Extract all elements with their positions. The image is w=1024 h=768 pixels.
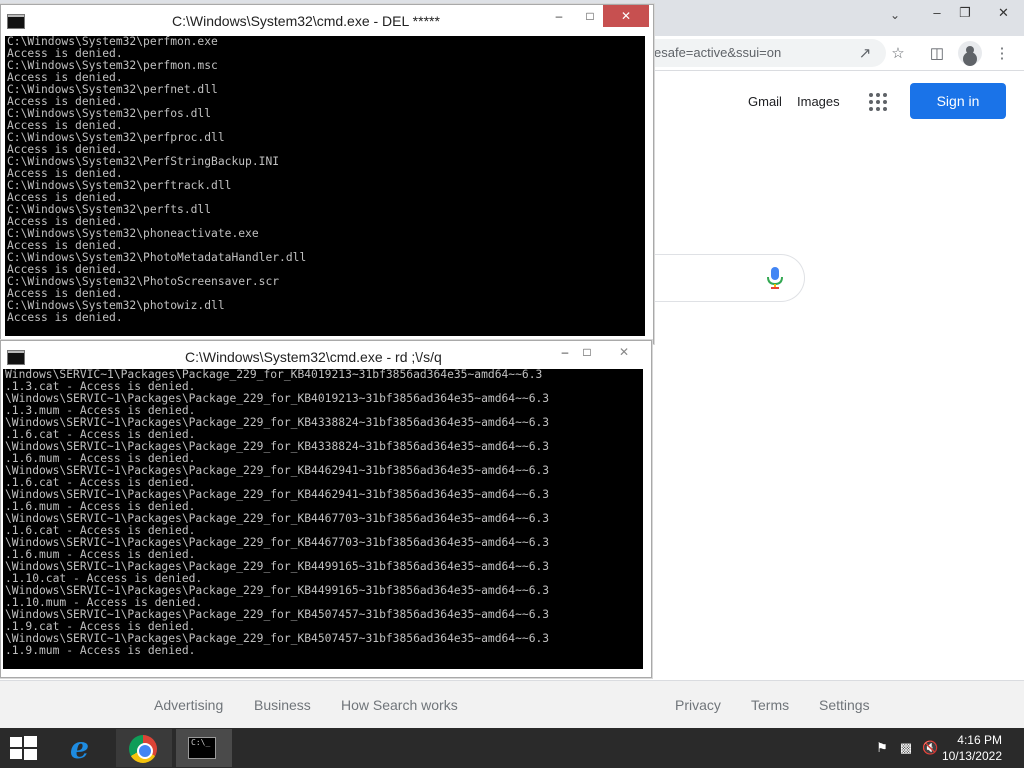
command-prompt-icon: C:\_ — [188, 737, 216, 759]
cmd-window-delete[interactable]: C:\Windows\System32\cmd.exe - DEL ***** … — [0, 4, 654, 344]
system-clock[interactable]: 4:16 PM 10/13/2022 — [942, 732, 1002, 764]
console-output[interactable]: C:\Windows\System32\perfmon.exe Access is… — [5, 36, 645, 336]
taskbar-command-prompt[interactable]: C:\_ — [176, 729, 232, 767]
images-link[interactable]: Images — [797, 94, 840, 109]
network-icon[interactable]: ▩ — [898, 740, 914, 756]
clock-time: 4:16 PM — [957, 733, 1002, 747]
minimize-button[interactable]: – — [925, 0, 949, 26]
volume-muted-icon[interactable]: 🔇 — [922, 740, 938, 756]
address-bar[interactable]: esafe=active&ssui=on ↗ — [650, 39, 886, 67]
profile-avatar-icon[interactable] — [958, 41, 982, 65]
restore-button[interactable]: ❐ — [953, 0, 977, 26]
maximize-button[interactable]: □ — [573, 341, 601, 363]
close-button[interactable]: ✕ — [603, 5, 649, 27]
action-center-flag-icon[interactable]: ⚑ — [874, 740, 890, 756]
advertising-link[interactable]: Advertising — [154, 697, 223, 713]
privacy-link[interactable]: Privacy — [675, 697, 721, 713]
terms-link[interactable]: Terms — [751, 697, 789, 713]
cmd-window-title: C:\Windows\System32\cmd.exe - DEL ***** — [172, 13, 440, 29]
chrome-icon — [129, 735, 157, 763]
close-button[interactable]: ✕ — [983, 0, 1024, 26]
taskbar: e C:\_ ⚑ ▩ 🔇 4:16 PM 10/13/2022 — [0, 728, 1024, 768]
share-icon[interactable]: ↗ — [856, 45, 874, 63]
minimize-button[interactable]: – — [545, 5, 573, 27]
sign-in-button[interactable]: Sign in — [910, 83, 1006, 119]
chevron-down-icon[interactable]: ⌄ — [890, 8, 908, 26]
address-bar-text: esafe=active&ssui=on — [654, 45, 782, 60]
more-menu-icon[interactable]: ⋮ — [992, 44, 1012, 64]
side-panel-icon[interactable]: ◫ — [927, 44, 947, 64]
start-button[interactable] — [8, 736, 38, 760]
cmd-titlebar[interactable]: C:\Windows\System32\cmd.exe - rd ;\/s/q … — [1, 341, 651, 371]
cmd-app-icon — [7, 14, 25, 29]
cmd-app-icon — [7, 350, 25, 365]
console-output[interactable]: Windows\SERVIC~1\Packages\Package_229_fo… — [3, 369, 643, 669]
cmd-window-title: C:\Windows\System32\cmd.exe - rd ;\/s/q — [185, 349, 442, 365]
console-line: Access is denied. — [7, 311, 123, 324]
internet-explorer-icon: e — [70, 731, 90, 766]
clock-date: 10/13/2022 — [941, 749, 1002, 763]
bookmark-star-icon[interactable]: ☆ — [888, 44, 908, 64]
console-line: .1.9.mum - Access is denied. — [5, 644, 196, 657]
cmd-titlebar[interactable]: C:\Windows\System32\cmd.exe - DEL ***** … — [1, 5, 653, 35]
microphone-icon[interactable] — [765, 266, 785, 290]
settings-link[interactable]: Settings — [819, 697, 870, 713]
google-apps-icon[interactable] — [869, 93, 887, 111]
maximize-button[interactable]: □ — [576, 5, 604, 27]
how-search-works-link[interactable]: How Search works — [341, 697, 458, 713]
close-button[interactable]: ✕ — [601, 341, 647, 363]
business-link[interactable]: Business — [254, 697, 311, 713]
taskbar-internet-explorer[interactable]: e — [56, 729, 112, 767]
gmail-link[interactable]: Gmail — [748, 94, 782, 109]
cmd-window-rd[interactable]: C:\Windows\System32\cmd.exe - rd ;\/s/q … — [0, 340, 652, 678]
google-footer: Advertising Business How Search works Pr… — [0, 680, 1024, 729]
taskbar-chrome[interactable] — [116, 729, 172, 767]
